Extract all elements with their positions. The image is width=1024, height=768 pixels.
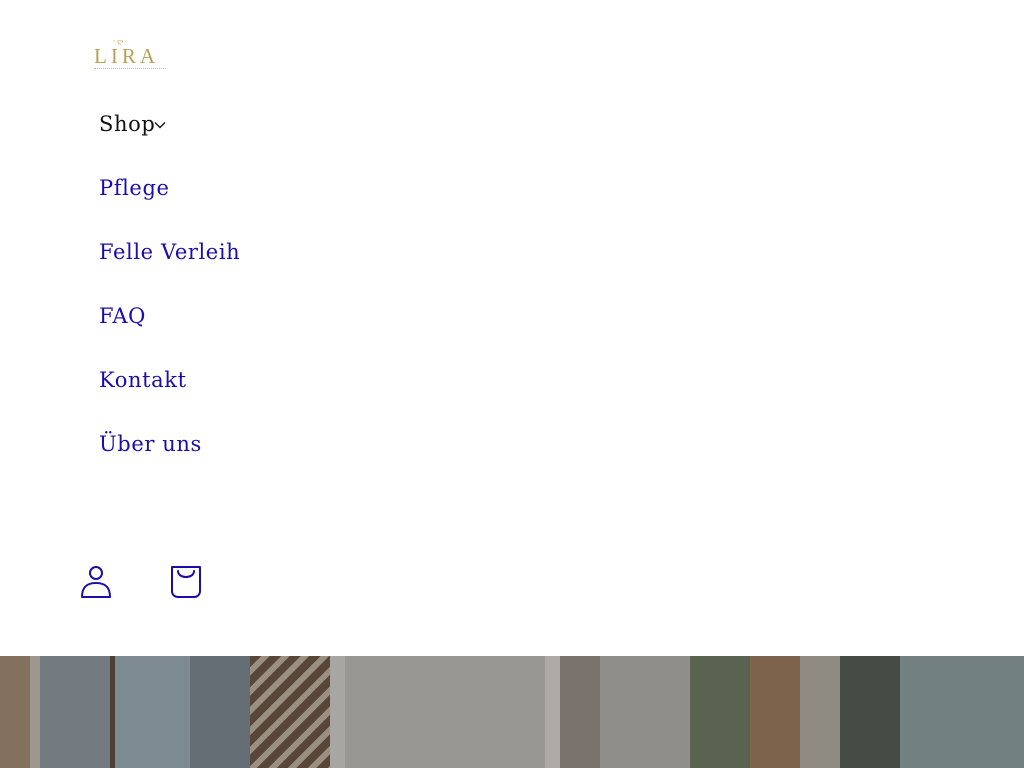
hero-overlay xyxy=(0,656,1024,768)
nav-link-faq[interactable]: FAQ xyxy=(99,304,146,328)
nav-link-ueber-uns[interactable]: Über uns xyxy=(99,432,202,456)
brand-logo[interactable]: ◦ღ◦ LIRA xyxy=(94,38,168,74)
site-header: ◦ღ◦ LIRA Shop Pflege Felle Verleih FAQ K… xyxy=(0,0,1024,656)
nav-item-kontakt[interactable]: Kontakt xyxy=(99,348,240,412)
shop-dropdown-toggle[interactable]: Shop xyxy=(99,92,167,156)
nav-item-ueber-uns[interactable]: Über uns xyxy=(99,412,240,476)
nav-item-faq[interactable]: FAQ xyxy=(99,284,240,348)
nav-link-kontakt[interactable]: Kontakt xyxy=(99,368,187,392)
logo-divider xyxy=(94,68,166,70)
nav-item-pflege[interactable]: Pflege xyxy=(99,156,240,220)
nav-item-felle-verleih[interactable]: Felle Verleih xyxy=(99,220,240,284)
cart-icon[interactable] xyxy=(170,564,206,600)
chevron-down-icon xyxy=(154,122,166,129)
brand-name: LIRA xyxy=(94,44,159,68)
hero-image xyxy=(0,656,1024,768)
main-navigation: Shop Pflege Felle Verleih FAQ Kontakt Üb… xyxy=(99,92,240,476)
account-icon[interactable] xyxy=(80,564,116,600)
nav-item-shop[interactable]: Shop xyxy=(99,92,240,156)
nav-link-pflege[interactable]: Pflege xyxy=(99,176,170,200)
nav-item-label: Shop xyxy=(99,112,156,136)
nav-link-felle-verleih[interactable]: Felle Verleih xyxy=(99,240,240,264)
